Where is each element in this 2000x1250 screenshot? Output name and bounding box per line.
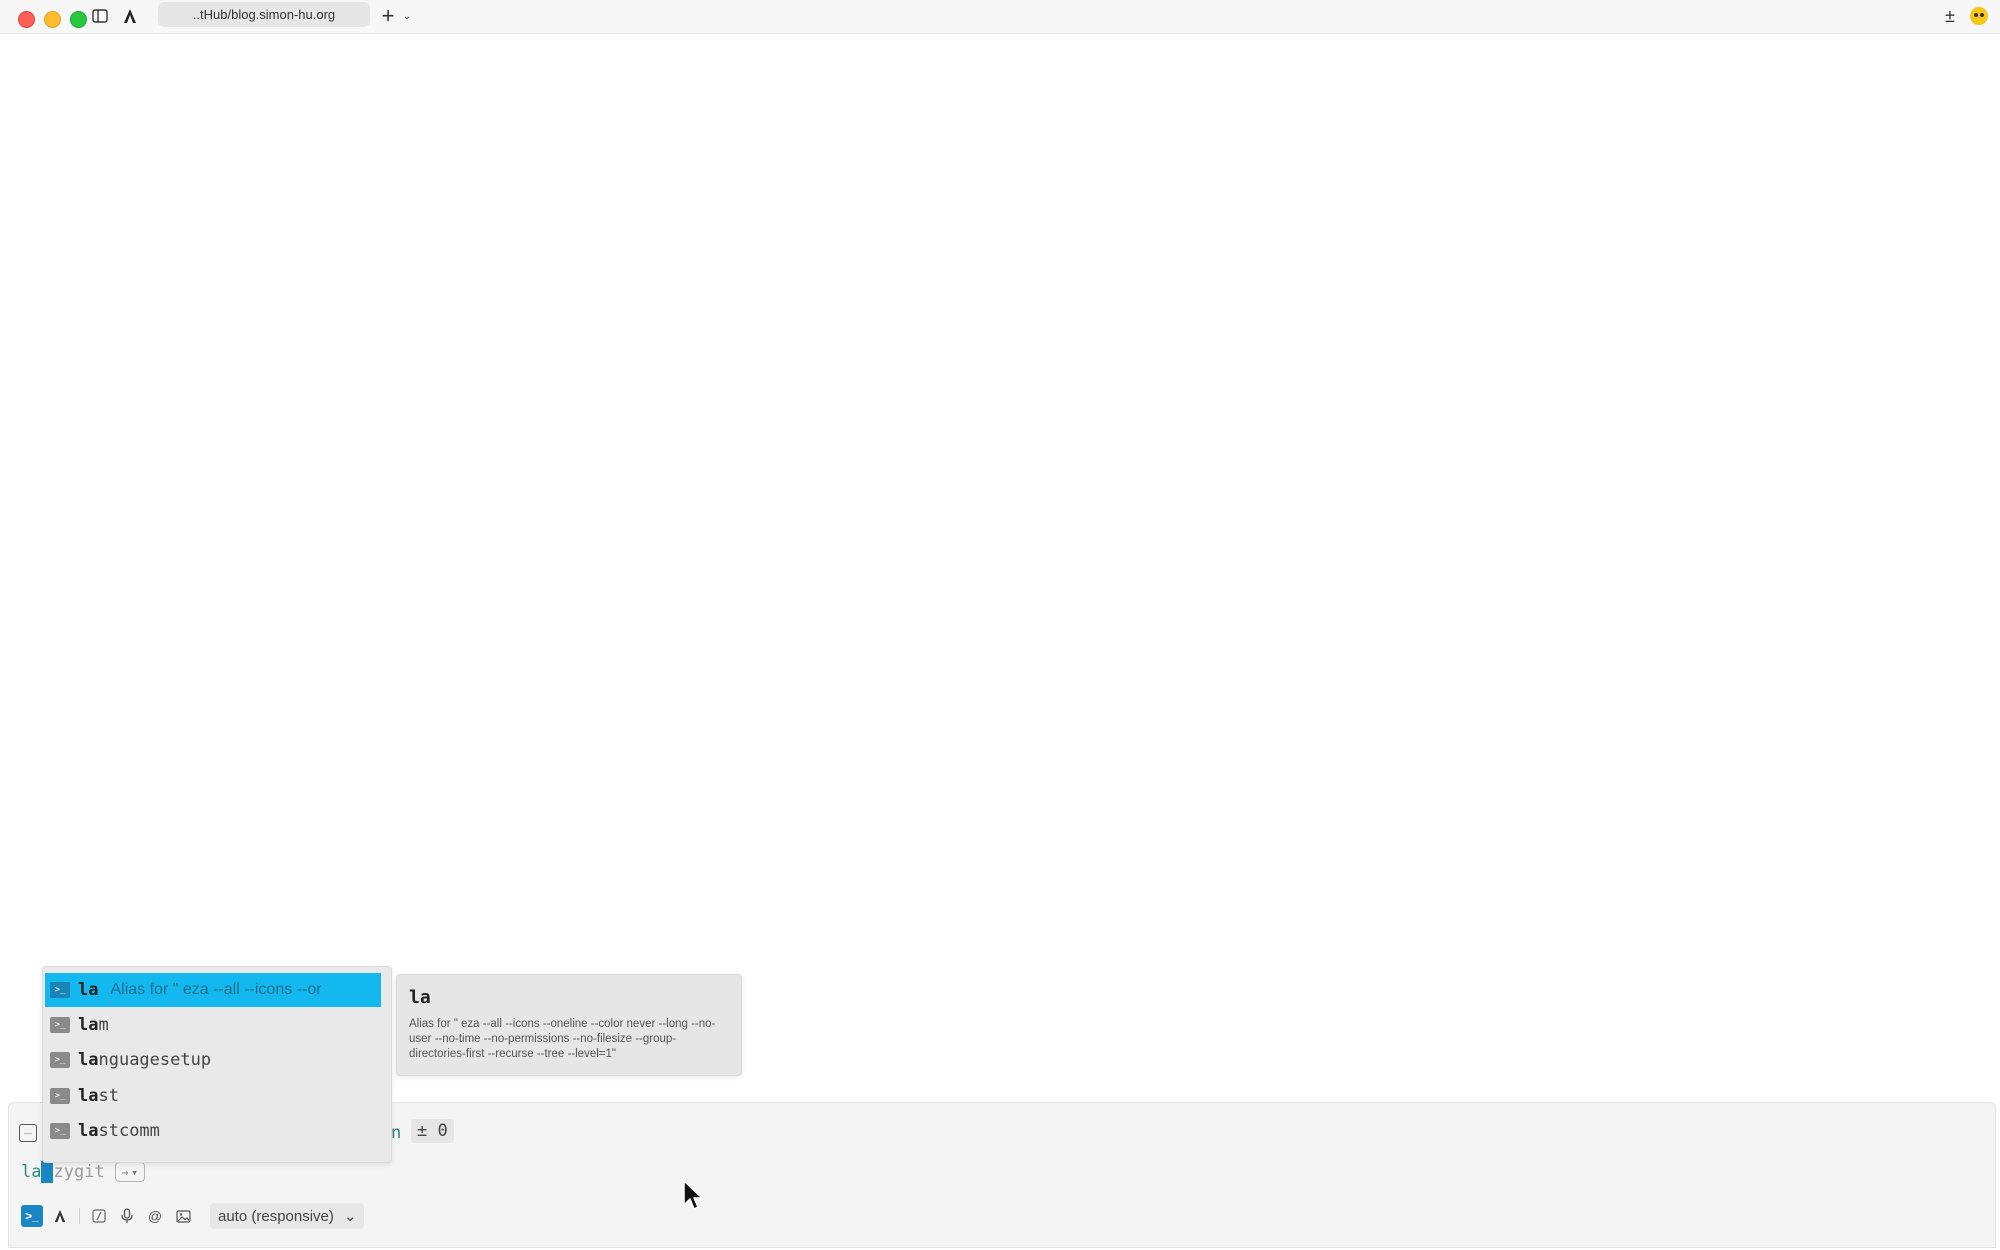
terminal-icon: >_	[50, 982, 70, 998]
chevron-down-icon: ▾	[131, 1165, 138, 1179]
completion-list: >_ la Alias for " eza --all --icons --or…	[42, 966, 392, 1163]
typed-text: la	[21, 1162, 42, 1182]
chat-icon[interactable]: ···	[19, 1124, 37, 1142]
chevron-down-icon[interactable]: ⌄	[400, 4, 414, 28]
maximize-window-button[interactable]	[70, 11, 87, 28]
close-window-button[interactable]	[18, 11, 35, 28]
terminal-icon: >_	[50, 1017, 70, 1033]
terminal-icon: >_	[50, 1123, 70, 1139]
completion-description: Alias for " eza --all --icons --or	[110, 981, 322, 998]
image-icon[interactable]	[172, 1205, 194, 1227]
app-logo-icon[interactable]	[120, 4, 140, 28]
minimize-window-button[interactable]	[44, 11, 61, 28]
mouse-pointer-icon	[683, 1180, 703, 1210]
completion-match: la	[78, 1050, 99, 1070]
context-chip-row: ···	[19, 1121, 37, 1145]
completion-match: la	[78, 1086, 99, 1106]
completion-match: la	[78, 1121, 99, 1141]
completion-match: la	[78, 980, 99, 1000]
avatar[interactable]	[1968, 4, 1990, 28]
terminal-icon: >_	[50, 1088, 70, 1104]
completion-item[interactable]: >_ la st	[45, 1079, 381, 1113]
accept-suggestion-hint[interactable]: → ▾	[114, 1162, 145, 1182]
agent-mode-icon[interactable]	[49, 1205, 71, 1227]
arrow-right-icon: →	[121, 1165, 129, 1179]
slash-command-icon[interactable]	[88, 1205, 110, 1227]
detail-title: la	[409, 987, 431, 1008]
terminal-icon: >_	[50, 1052, 70, 1068]
completion-match: la	[78, 1015, 99, 1035]
input-toolbar: >_ @ auto (responsive) ⌄	[21, 1203, 365, 1229]
chevron-down-icon: ⌄	[343, 1208, 357, 1225]
git-diff-count: ± 0	[411, 1119, 454, 1143]
completion-item[interactable]: >_ la nguagesetup	[45, 1043, 381, 1077]
completion-item[interactable]: >_ la stcomm	[45, 1114, 381, 1148]
mention-icon[interactable]: @	[144, 1205, 166, 1227]
tab-active[interactable]: ..tHub/blog.simon-hu.org	[158, 2, 370, 27]
autosuggestion-text: zygit	[53, 1162, 105, 1182]
completion-detail-panel: la Alias for " eza --all --icons --oneli…	[396, 974, 742, 1076]
terminal-mode-icon[interactable]: >_	[21, 1205, 43, 1227]
plus-icon[interactable]: +	[378, 3, 398, 28]
completion-rest: m	[98, 1015, 109, 1035]
text-cursor	[41, 1161, 54, 1183]
sidebar-toggle-icon[interactable]	[90, 4, 110, 28]
completion-rest: nguagesetup	[98, 1050, 212, 1070]
model-select[interactable]: auto (responsive) ⌄	[210, 1203, 365, 1229]
completion-item[interactable]: >_ la Alias for " eza --all --icons --or	[45, 973, 381, 1007]
detail-body: Alias for " eza --all --icons --oneline …	[409, 1018, 716, 1060]
microphone-icon[interactable]	[116, 1205, 138, 1227]
model-select-value: auto (responsive)	[218, 1207, 334, 1225]
completion-rest: st	[98, 1086, 119, 1106]
divider	[79, 1208, 80, 1224]
tab-title: ..tHub/blog.simon-hu.org	[192, 7, 336, 22]
git-branch-label: n	[391, 1123, 402, 1143]
completion-rest: stcomm	[98, 1121, 160, 1141]
title-bar: ..tHub/blog.simon-hu.org + ⌄ ±	[0, 0, 2000, 34]
plus-minus-icon[interactable]: ±	[1940, 4, 1960, 28]
completion-item[interactable]: >_ la m	[45, 1008, 381, 1042]
